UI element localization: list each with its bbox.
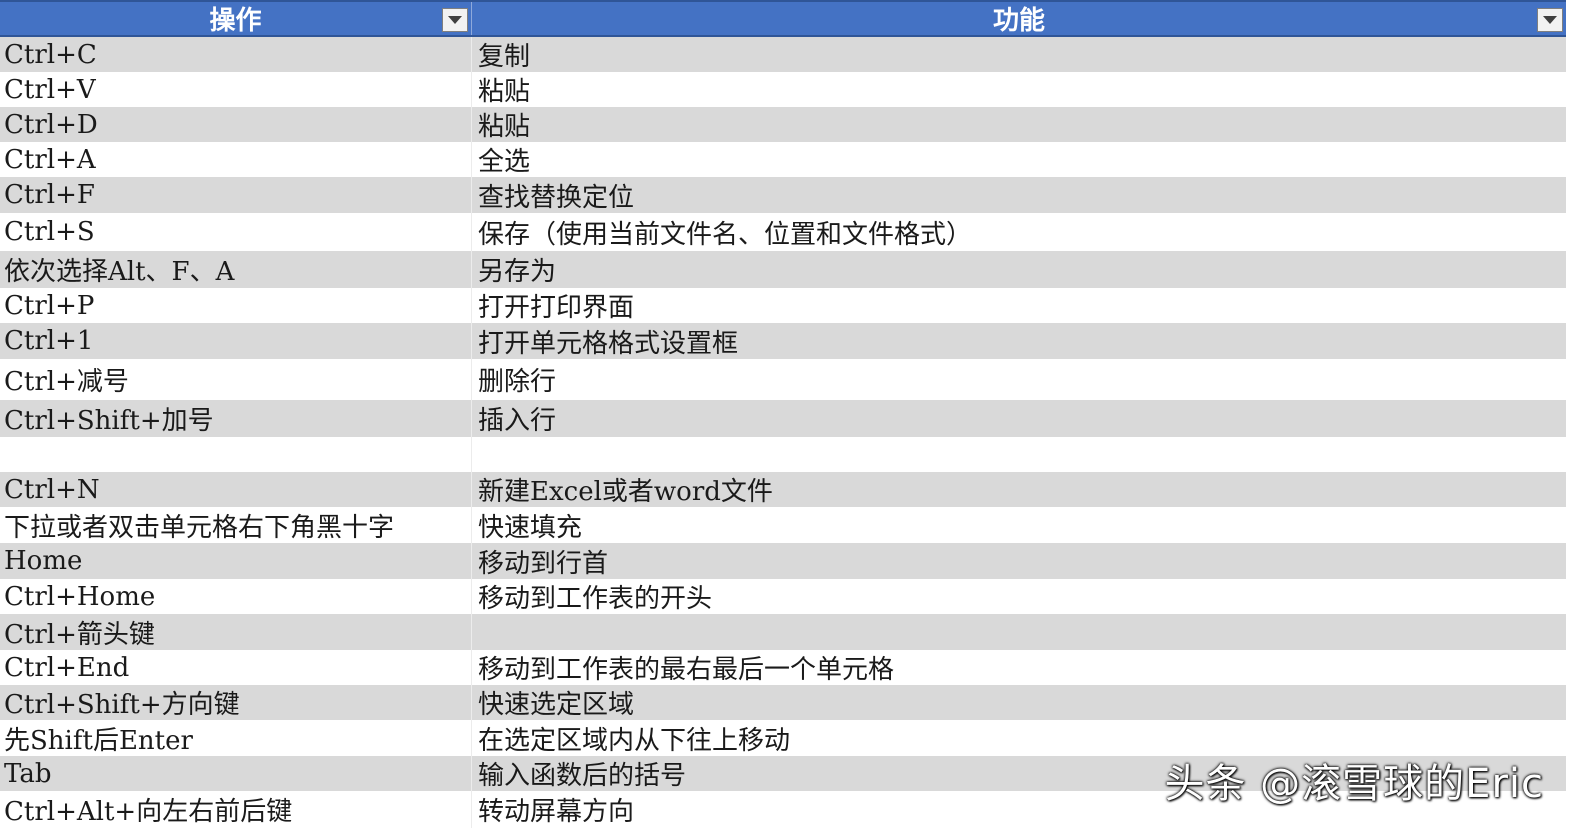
header-operation[interactable]: 操作 [0,2,472,36]
function-cell[interactable]: 插入行 [472,400,1566,437]
function-cell[interactable]: 快速填充 [472,507,1566,543]
header-operation-label: 操作 [209,6,262,36]
function-cell[interactable] [472,437,1566,472]
table-row: Ctrl+V 粘贴 [0,72,1566,107]
table-row: Ctrl+A 全选 [0,142,1566,177]
filter-dropdown-icon[interactable] [1537,8,1563,32]
function-cell[interactable]: 保存（使用当前文件名、位置和文件格式） [472,213,1566,251]
function-cell[interactable]: 另存为 [472,251,1566,288]
table-row: Ctrl+Shift+加号 插入行 [0,400,1566,437]
function-cell[interactable]: 打开打印界面 [472,288,1566,323]
table-row: Ctrl+C 复制 [0,37,1566,72]
operation-cell[interactable]: Ctrl+V [0,72,472,107]
table-row: Home 移动到行首 [0,543,1566,579]
table-body: Ctrl+C 复制 Ctrl+V 粘贴 Ctrl+D 粘贴 Ctrl+A 全选 Ctrl+F 查找… [0,37,1566,828]
operation-cell[interactable]: Ctrl+Shift+加号 [0,400,472,437]
table-row: 下拉或者双击单元格右下角黑十字 快速填充 [0,507,1566,543]
function-cell[interactable]: 快速选定区域 [472,685,1566,720]
table-row: Ctrl+F 查找替换定位 [0,177,1566,213]
table-row: Ctrl+D 粘贴 [0,107,1566,142]
watermark: 头条 @滚雪球的Eric [1164,761,1544,807]
function-cell[interactable]: 移动到工作表的开头 [472,579,1566,614]
operation-cell[interactable]: 下拉或者双击单元格右下角黑十字 [0,507,472,543]
operation-cell[interactable] [0,437,472,472]
function-cell[interactable]: 查找替换定位 [472,177,1566,213]
function-cell[interactable]: 移动到行首 [472,543,1566,579]
operation-cell[interactable]: Ctrl+P [0,288,472,323]
table-row: Ctrl+End 移动到工作表的最右最后一个单元格 [0,650,1566,685]
shortcut-table: 操作 功能 Ctrl+C 复制 Ctrl+V 粘贴 Ctrl+D 粘贴 Ctrl+A 全选 Ct… [0,0,1566,828]
operation-cell[interactable]: 先Shift后Enter [0,720,472,756]
function-cell[interactable]: 删除行 [472,359,1566,400]
function-cell[interactable]: 新建Excel或者word文件 [472,472,1566,507]
header-row: 操作 功能 [0,0,1566,37]
operation-cell[interactable]: Ctrl+S [0,213,472,251]
function-cell[interactable]: 全选 [472,142,1566,177]
operation-cell[interactable]: Ctrl+Alt+向左右前后键 [0,791,472,828]
operation-cell[interactable]: Ctrl+Shift+方向键 [0,685,472,720]
function-cell[interactable]: 打开单元格格式设置框 [472,323,1566,359]
filter-dropdown-icon[interactable] [442,8,468,32]
table-row: Ctrl+1 打开单元格格式设置框 [0,323,1566,359]
function-cell[interactable]: 复制 [472,37,1566,72]
function-cell[interactable]: 移动到工作表的最右最后一个单元格 [472,650,1566,685]
function-cell[interactable] [472,614,1566,650]
header-function[interactable]: 功能 [472,2,1566,36]
table-row: Ctrl+Shift+方向键 快速选定区域 [0,685,1566,720]
table-row: Ctrl+N 新建Excel或者word文件 [0,472,1566,507]
operation-cell[interactable]: Ctrl+N [0,472,472,507]
function-cell[interactable]: 粘贴 [472,72,1566,107]
operation-cell[interactable]: Ctrl+1 [0,323,472,359]
operation-cell[interactable]: Tab [0,756,472,791]
operation-cell[interactable]: 依次选择Alt、F、A [0,251,472,288]
function-cell[interactable]: 粘贴 [472,107,1566,142]
table-row: Ctrl+减号 删除行 [0,359,1566,400]
header-function-label: 功能 [992,6,1045,36]
table-row: 依次选择Alt、F、A 另存为 [0,251,1566,288]
operation-cell[interactable]: Ctrl+箭头键 [0,614,472,650]
operation-cell[interactable]: Home [0,543,472,579]
operation-cell[interactable]: Ctrl+Home [0,579,472,614]
table-row: Ctrl+Home 移动到工作表的开头 [0,579,1566,614]
table-row: Ctrl+箭头键 [0,614,1566,650]
operation-cell[interactable]: Ctrl+减号 [0,359,472,400]
table-row [0,437,1566,472]
table-row: Ctrl+S 保存（使用当前文件名、位置和文件格式） [0,213,1566,251]
operation-cell[interactable]: Ctrl+End [0,650,472,685]
operation-cell[interactable]: Ctrl+A [0,142,472,177]
operation-cell[interactable]: Ctrl+C [0,37,472,72]
table-row: Ctrl+P 打开打印界面 [0,288,1566,323]
operation-cell[interactable]: Ctrl+D [0,107,472,142]
operation-cell[interactable]: Ctrl+F [0,177,472,213]
